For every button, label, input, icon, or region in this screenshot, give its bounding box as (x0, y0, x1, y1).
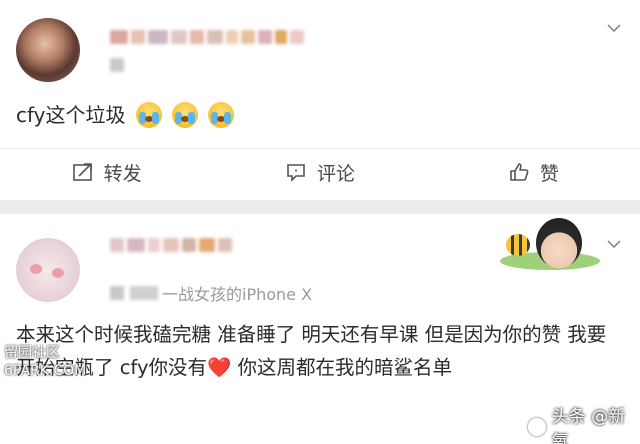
repost-icon (72, 163, 92, 181)
watermark-label: 头条 @新氧 (551, 407, 626, 444)
divider (0, 148, 640, 149)
crying-face-icon (207, 102, 234, 128)
post-source: 一战女孩的iPhone X (110, 281, 312, 305)
idol-avatar-icon (536, 218, 582, 268)
thumbs-up-icon (510, 163, 529, 181)
source-label: 一战女孩的iPhone X (162, 285, 313, 304)
post-body: cfy这个垃圾 (16, 103, 126, 127)
blurred-username (110, 238, 232, 256)
blurred-timestamp (110, 58, 124, 72)
blurred-username (110, 30, 304, 48)
avatar[interactable] (16, 18, 80, 82)
fan-badge-image (500, 218, 600, 274)
watermark-6park: 留园社区 6PARK.COM (4, 344, 86, 380)
bee-icon (506, 234, 530, 256)
action-bar: 转发 评论 赞 (0, 150, 640, 194)
chevron-down-icon[interactable] (606, 20, 622, 36)
toutiao-logo-icon (528, 418, 546, 436)
comment-label: 评论 (316, 162, 355, 185)
like-label: 赞 (539, 162, 559, 185)
watermark-toutiao: 头条 @新氧 (528, 402, 640, 444)
avatar[interactable] (16, 238, 80, 302)
comment-icon (287, 164, 305, 182)
chevron-down-icon[interactable] (606, 236, 622, 252)
watermark-line2: 6PARK.COM (4, 363, 87, 379)
comment-body-part2: 你这周都在我的暗鲨名单 (231, 356, 452, 379)
comment-text: 本来这个时候我磕完糖 准备睡了 明天还有早课 但是因为你的赞 我要开始空瓶了 c… (16, 318, 624, 384)
post-text: cfy这个垃圾 (16, 98, 234, 132)
weibo-post-card-1: cfy这个垃圾 转发 评论 赞 (0, 0, 640, 200)
repost-button[interactable]: 转发 (0, 150, 213, 194)
red-heart-icon: ❤️ (206, 356, 232, 379)
crying-face-icon (171, 102, 198, 128)
comment-button[interactable]: 评论 (213, 150, 426, 194)
crying-face-icon (135, 102, 162, 128)
repost-label: 转发 (103, 162, 142, 185)
like-button[interactable]: 赞 (427, 150, 640, 194)
watermark-line1: 留园社区 (4, 345, 60, 361)
